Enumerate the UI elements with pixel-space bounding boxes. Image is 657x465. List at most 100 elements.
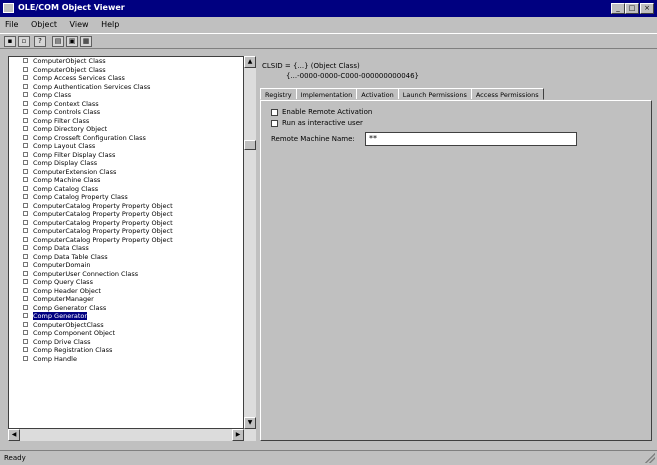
expand-box-icon[interactable] [23, 338, 28, 344]
tree-item[interactable]: Comp Drive Class [9, 338, 243, 347]
tree-item[interactable]: ComputerObjectClass [9, 321, 243, 330]
tree-item[interactable]: Comp Data Table Class [9, 253, 243, 262]
expand-box-icon[interactable] [23, 330, 28, 335]
expand-box-icon[interactable] [23, 236, 28, 242]
menu-help[interactable]: Help [101, 20, 119, 29]
expand-box-icon[interactable] [23, 228, 28, 233]
scroll-up-icon[interactable]: ▲ [244, 56, 256, 68]
scroll-thumb[interactable] [244, 140, 256, 150]
tree-item[interactable]: ComputerManager [9, 295, 243, 304]
tree-horizontal-scrollbar[interactable]: ◀ ▶ [8, 429, 256, 441]
tree-item[interactable]: Comp Handle [9, 355, 243, 364]
expand-box-icon[interactable] [23, 211, 28, 216]
expand-box-icon[interactable] [23, 194, 28, 199]
tree-item[interactable]: Comp Machine Class [9, 176, 243, 185]
expand-box-icon[interactable] [23, 321, 28, 327]
expand-box-icon[interactable] [23, 287, 28, 293]
tree-item[interactable]: Comp Class [9, 91, 243, 100]
tab-access-permissions[interactable]: Access Permissions [470, 88, 544, 100]
remote-activation-checkbox[interactable] [271, 109, 278, 116]
expand-box-icon[interactable] [23, 66, 28, 72]
expand-box-icon[interactable] [23, 219, 28, 225]
tree-item[interactable]: Comp Catalog Property Class [9, 193, 243, 202]
remote-machine-input[interactable]: ** [365, 132, 577, 146]
expand-box-icon[interactable] [23, 313, 28, 318]
expand-box-icon[interactable] [23, 177, 28, 182]
expand-box-icon[interactable] [23, 109, 28, 114]
view-icon[interactable]: ▦ [80, 36, 92, 47]
menu-object[interactable]: Object [31, 20, 57, 29]
release-icon[interactable]: ▫ [18, 36, 30, 47]
tree-item[interactable]: ComputerCatalog Property Property Object [9, 202, 243, 211]
expand-box-icon[interactable] [23, 58, 28, 63]
tree-item[interactable]: ComputerUser Connection Class [9, 270, 243, 279]
expand-box-icon[interactable] [23, 304, 28, 310]
expand-box-icon[interactable] [23, 253, 28, 259]
connect-icon[interactable]: ▪ [4, 36, 16, 47]
scroll-down-icon[interactable]: ▼ [244, 417, 256, 429]
tree-item[interactable]: ComputerExtension Class [9, 168, 243, 177]
tree-item[interactable]: ComputerCatalog Property Property Object [9, 236, 243, 245]
tree-vertical-scrollbar[interactable]: ▲ ▼ [244, 56, 256, 429]
interactive-user-checkbox[interactable] [271, 120, 278, 127]
tree-item[interactable]: Comp Access Services Class [9, 74, 243, 83]
expand-box-icon[interactable] [23, 347, 28, 352]
expand-box-icon[interactable] [23, 151, 28, 157]
expand-box-icon[interactable] [23, 262, 28, 267]
expand-icon[interactable]: ▤ [52, 36, 64, 47]
tree-item[interactable]: Comp Filter Class [9, 117, 243, 126]
expand-box-icon[interactable] [23, 83, 28, 89]
tree-item[interactable]: ComputerCatalog Property Property Object [9, 210, 243, 219]
tree-item[interactable]: Comp Data Class [9, 244, 243, 253]
tree-item[interactable]: Comp Catalog Class [9, 185, 243, 194]
minimize-button[interactable]: _ [611, 3, 625, 14]
tree-item[interactable]: Comp Registration Class [9, 346, 243, 355]
tree-item[interactable]: Comp Authentication Services Class [9, 83, 243, 92]
expand-box-icon[interactable] [23, 168, 28, 174]
expand-box-icon[interactable] [23, 245, 28, 250]
tree-item[interactable]: Comp Controls Class [9, 108, 243, 117]
tab-activation[interactable]: Activation [356, 88, 399, 100]
tree-item[interactable]: ComputerObject Class [9, 66, 243, 75]
expand-box-icon[interactable] [23, 117, 28, 123]
tree-item[interactable]: Comp Filter Display Class [9, 151, 243, 160]
tree-item[interactable]: Comp Directory Object [9, 125, 243, 134]
tree-item[interactable]: Comp Display Class [9, 159, 243, 168]
expand-box-icon[interactable] [23, 270, 28, 276]
tree-item[interactable]: ComputerObject Class [9, 57, 243, 66]
menu-view[interactable]: View [70, 20, 89, 29]
expand-box-icon[interactable] [23, 92, 28, 97]
tree-item[interactable]: Comp Generator [9, 312, 243, 321]
expand-box-icon[interactable] [23, 185, 28, 191]
tree-item[interactable]: Comp Component Object [9, 329, 243, 338]
tab-registry[interactable]: Registry [260, 88, 297, 100]
expand-box-icon[interactable] [23, 202, 28, 208]
tree-item[interactable]: Comp Context Class [9, 100, 243, 109]
tab-launch-permissions[interactable]: Launch Permissions [397, 88, 472, 100]
expand-box-icon[interactable] [23, 296, 28, 301]
resize-grip-icon[interactable] [645, 453, 655, 463]
tree-item[interactable]: Comp Layout Class [9, 142, 243, 151]
expand-box-icon[interactable] [23, 355, 28, 361]
expand-box-icon[interactable] [23, 143, 28, 148]
close-button[interactable]: × [640, 3, 654, 14]
tree-item[interactable]: ComputerCatalog Property Property Object [9, 227, 243, 236]
expand-box-icon[interactable] [23, 100, 28, 106]
expand-box-icon[interactable] [23, 134, 28, 140]
tree-item[interactable]: Comp Crosseft Configuration Class [9, 134, 243, 143]
tree-item[interactable]: ComputerDomain [9, 261, 243, 270]
scroll-left-icon[interactable]: ◀ [8, 429, 20, 441]
expand-box-icon[interactable] [23, 160, 28, 165]
unknown-icon[interactable]: ? [34, 36, 46, 47]
menu-file[interactable]: File [5, 20, 18, 29]
tree-item[interactable]: Comp Generator Class [9, 304, 243, 313]
expand-box-icon[interactable] [23, 279, 28, 284]
tree-item[interactable]: Comp Header Object [9, 287, 243, 296]
tab-implementation[interactable]: Implementation [295, 88, 358, 100]
expand-box-icon[interactable] [23, 75, 28, 80]
maximize-button[interactable]: □ [625, 3, 639, 14]
tree-item[interactable]: ComputerCatalog Property Property Object [9, 219, 243, 228]
scroll-right-icon[interactable]: ▶ [232, 429, 244, 441]
tree-item[interactable]: Comp Query Class [9, 278, 243, 287]
expand-box-icon[interactable] [23, 126, 28, 131]
